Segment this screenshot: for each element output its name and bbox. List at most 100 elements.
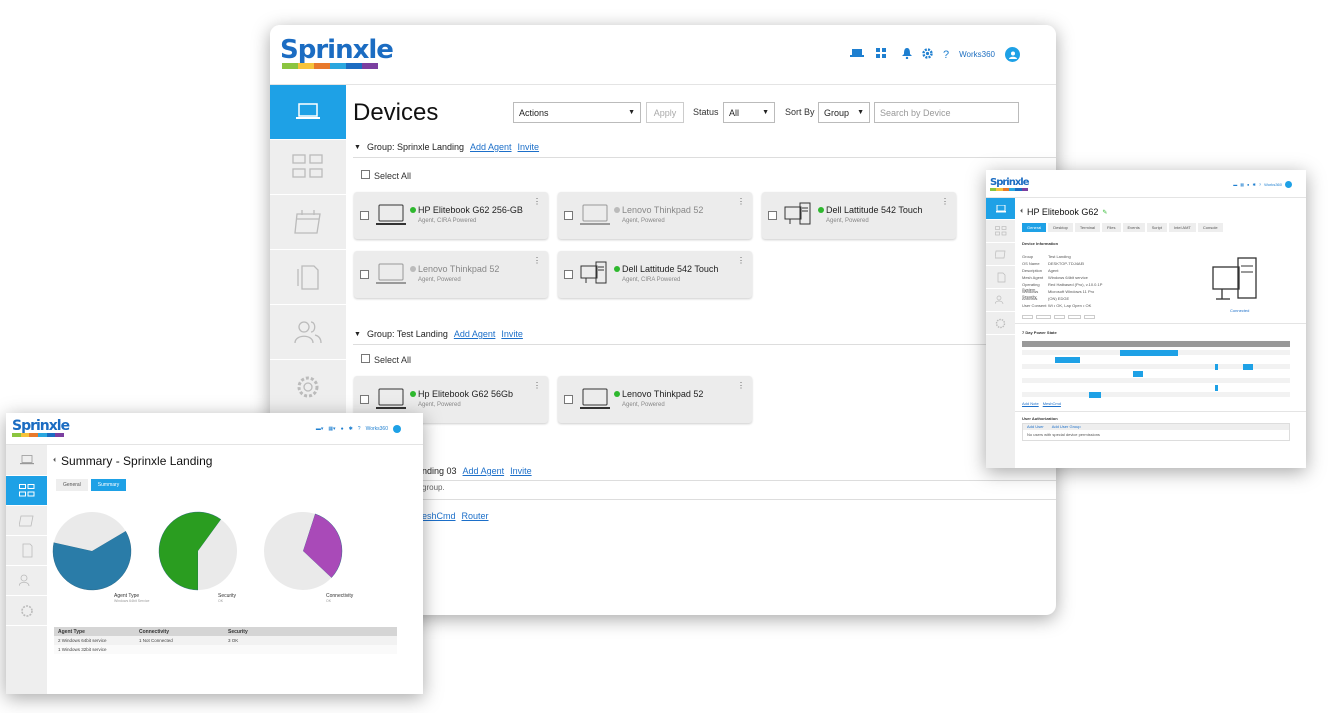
select-all-checkbox[interactable] [361,170,370,179]
grid-menu-icon[interactable]: ▦▾ [328,426,335,432]
device-card[interactable]: Lenovo Thinkpad 52 Agent, Powered ⋮ [354,251,548,298]
more-options-icon[interactable]: ⋮ [941,197,949,206]
select-all-checkbox[interactable] [361,354,370,363]
add-user-group-link[interactable]: Add User Group [1052,424,1081,430]
sidebar-item-calendar[interactable] [6,506,47,536]
sidebar-item-documents[interactable] [986,266,1015,289]
gear-icon[interactable]: ✱ [349,426,353,432]
sidebar-item-users[interactable] [986,289,1015,312]
status-select[interactable]: All ▼ [723,102,775,123]
sidebar-item-calendar[interactable] [270,195,346,250]
help-icon[interactable]: ? [943,49,949,61]
device-name[interactable]: HP Elitebook G62 256-GB [418,205,523,215]
sidebar-item-dashboard[interactable] [986,220,1015,243]
help-icon[interactable]: ? [358,426,361,432]
device-card[interactable]: Dell Lattitude 542 Touch Agent, CIRA Pow… [558,251,752,298]
collapse-icon[interactable]: ▼ [354,144,361,151]
apply-button[interactable]: Apply [646,102,684,123]
action-button[interactable] [1054,315,1065,319]
sidebar-item-settings[interactable] [6,596,47,626]
device-name[interactable]: Lenovo Thinkpad 52 [418,264,499,274]
meshcmd-link[interactable]: eshCmd [422,511,456,521]
more-options-icon[interactable]: ⋮ [737,381,745,390]
device-name[interactable]: Dell Lattitude 542 Touch [826,205,922,215]
avatar[interactable] [393,425,401,433]
sidebar-item-documents[interactable] [270,250,346,305]
sidebar-item-users[interactable] [270,305,346,360]
device-checkbox[interactable] [564,270,573,279]
sidebar-item-calendar[interactable] [986,243,1015,266]
brand-logo[interactable]: Sprinxle [280,37,394,69]
brand-logo[interactable]: Sprinxle [12,419,70,437]
device-card[interactable]: HP Elitebook G62 256-GB Agent, CIRA Powe… [354,192,548,239]
action-button[interactable] [1022,315,1033,319]
search-input[interactable]: Search by Device [874,102,1019,123]
tab-files[interactable]: Files [1102,223,1121,232]
back-icon[interactable]: ⏴ [53,458,56,465]
tab-desktop[interactable]: Desktop [1048,223,1073,232]
device-checkbox[interactable] [564,395,573,404]
sidebar-item-settings[interactable] [986,312,1015,335]
gear-icon[interactable] [922,47,933,62]
help-icon[interactable]: ? [1259,182,1261,187]
add-note-link[interactable]: Add Note [1022,401,1039,406]
device-name[interactable]: Dell Lattitude 542 Touch [622,264,718,274]
add-agent-link[interactable]: Add Agent [463,466,505,476]
avatar[interactable] [1285,181,1292,188]
tab-script[interactable]: Script [1146,223,1167,232]
device-name[interactable]: Hp Elitebook G62 56Gb [418,389,513,399]
invite-link[interactable]: Invite [510,466,532,476]
tab-console[interactable]: Console [1197,223,1223,232]
device-checkbox[interactable] [360,270,369,279]
user-name[interactable]: Works360 [959,50,995,59]
device-checkbox[interactable] [360,211,369,220]
brand-logo[interactable]: Sprinxle [990,178,1029,191]
tab-summary[interactable]: Summary [90,479,127,491]
more-options-icon[interactable]: ⋮ [737,197,745,206]
device-card[interactable]: Lenovo Thinkpad 52 Agent, Powered ⋮ [558,376,752,423]
more-options-icon[interactable]: ⋮ [533,381,541,390]
router-link[interactable]: Router [462,511,489,521]
laptop-menu-icon[interactable]: ▬ [1233,182,1237,187]
user-name[interactable]: Works360 [366,426,388,432]
device-checkbox[interactable] [564,211,573,220]
sidebar-item-devices[interactable] [270,85,346,140]
invite-link[interactable]: Invite [501,329,523,339]
back-icon[interactable]: ⏴ [1020,209,1023,216]
avatar[interactable] [1005,47,1020,62]
device-checkbox[interactable] [768,211,777,220]
tab-events[interactable]: Events [1122,223,1145,232]
sidebar-item-settings[interactable] [270,360,346,415]
tab-terminal[interactable]: Terminal [1074,223,1101,232]
device-card[interactable]: Lenovo Thinkpad 52 Agent, Powered ⋮ [558,192,752,239]
action-button[interactable] [1036,315,1051,319]
sidebar-item-users[interactable] [6,566,47,596]
grid-menu-icon[interactable]: ▦ [1240,182,1244,187]
device-card[interactable]: Dell Lattitude 542 Touch Agent, Powered … [762,192,956,239]
grid-menu-icon[interactable] [876,48,892,61]
bell-icon[interactable]: ● [1247,182,1249,187]
laptop-menu-icon[interactable]: ▬▾ [316,426,324,432]
invite-link[interactable]: Invite [518,142,540,152]
actions-select[interactable]: Actions ▼ [513,102,641,123]
device-name[interactable]: Lenovo Thinkpad 52 [622,389,703,399]
device-name[interactable]: Lenovo Thinkpad 52 [622,205,703,215]
collapse-icon[interactable]: ▼ [354,331,361,338]
more-options-icon[interactable]: ⋮ [737,256,745,265]
bell-icon[interactable] [902,47,912,62]
device-checkbox[interactable] [360,395,369,404]
bell-icon[interactable]: ● [341,426,344,432]
action-button[interactable] [1084,315,1095,319]
sidebar-item-devices[interactable] [986,198,1015,220]
user-name[interactable]: Works360 [1264,182,1282,187]
sidebar-item-dashboard[interactable] [270,140,346,195]
tab-general[interactable]: General [56,479,88,491]
more-options-icon[interactable]: ⋮ [533,197,541,206]
meshcmd-link[interactable]: MeshCmd [1043,401,1061,406]
add-agent-link[interactable]: Add Agent [470,142,512,152]
edit-icon[interactable]: ✎ [1102,209,1107,216]
sidebar-item-devices[interactable] [6,445,47,476]
tab-general[interactable]: General [1022,223,1047,232]
laptop-menu-icon[interactable] [850,48,866,61]
sidebar-item-documents[interactable] [6,536,47,566]
